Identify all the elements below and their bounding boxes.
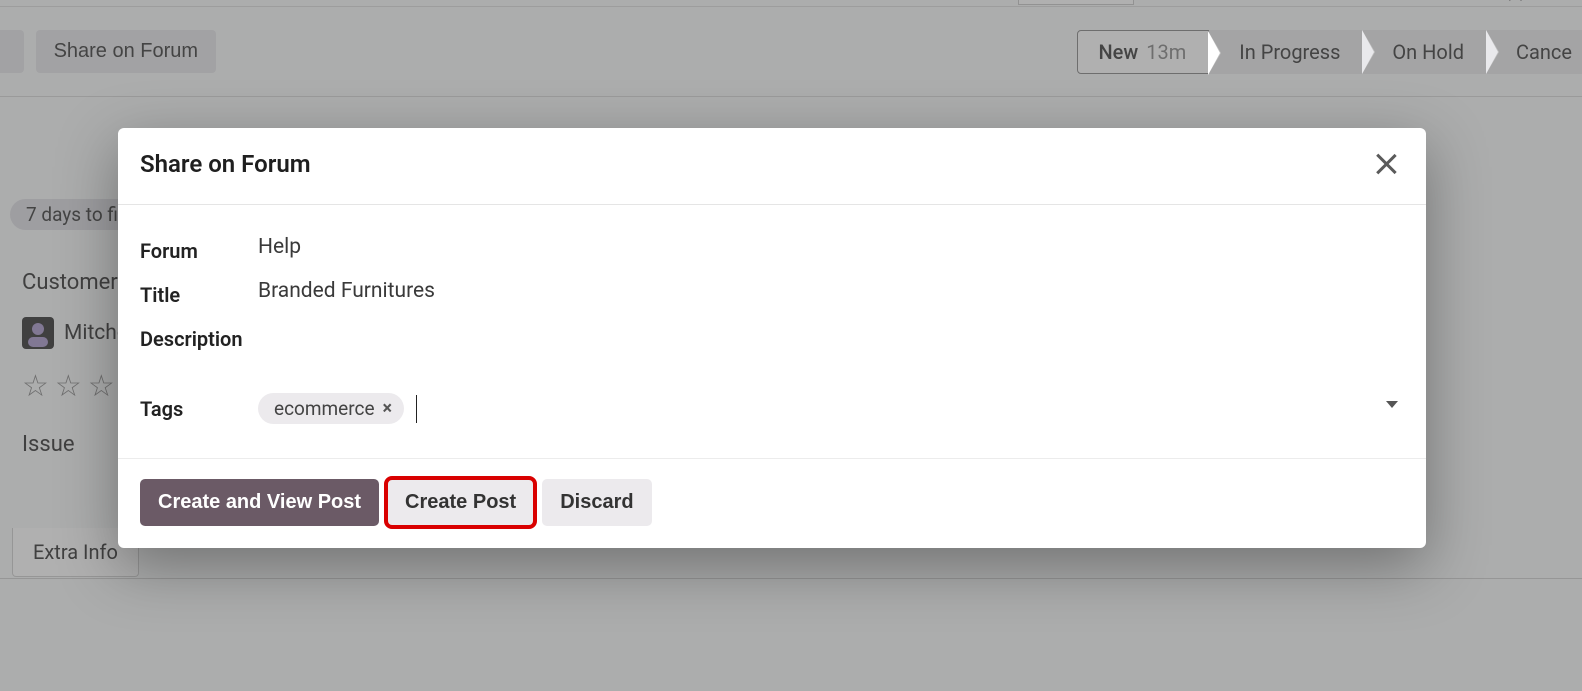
tag-chip-label: ecommerce [274, 397, 375, 420]
description-value[interactable] [258, 323, 1404, 377]
tags-field[interactable]: ecommerce × [258, 393, 1404, 424]
modal-title: Share on Forum [140, 150, 311, 178]
share-on-forum-modal: Share on Forum Forum Help Title Branded … [118, 128, 1426, 548]
tag-input-cursor [416, 395, 417, 423]
title-value[interactable]: Branded Furnitures [258, 279, 1404, 303]
description-row: Description [140, 315, 1404, 385]
chevron-down-icon[interactable] [1386, 401, 1398, 408]
close-icon[interactable] [1372, 150, 1400, 178]
discard-button[interactable]: Discard [542, 479, 651, 526]
description-label: Description [140, 323, 258, 351]
tag-remove-icon[interactable]: × [383, 400, 393, 418]
tags-row: Tags ecommerce × [140, 385, 1404, 432]
forum-row: Forum Help [140, 227, 1404, 271]
create-post-button[interactable]: Create Post [387, 479, 534, 526]
modal-header: Share on Forum [118, 128, 1426, 205]
modal-footer: Create and View Post Create Post Discard [118, 459, 1426, 548]
forum-label: Forum [140, 235, 258, 263]
forum-value[interactable]: Help [258, 235, 1404, 259]
tags-label: Tags [140, 393, 258, 421]
tag-chip: ecommerce × [258, 393, 404, 424]
title-row: Title Branded Furnitures [140, 271, 1404, 315]
modal-body: Forum Help Title Branded Furnitures Desc… [118, 205, 1426, 459]
create-and-view-post-button[interactable]: Create and View Post [140, 479, 379, 526]
title-label: Title [140, 279, 258, 307]
